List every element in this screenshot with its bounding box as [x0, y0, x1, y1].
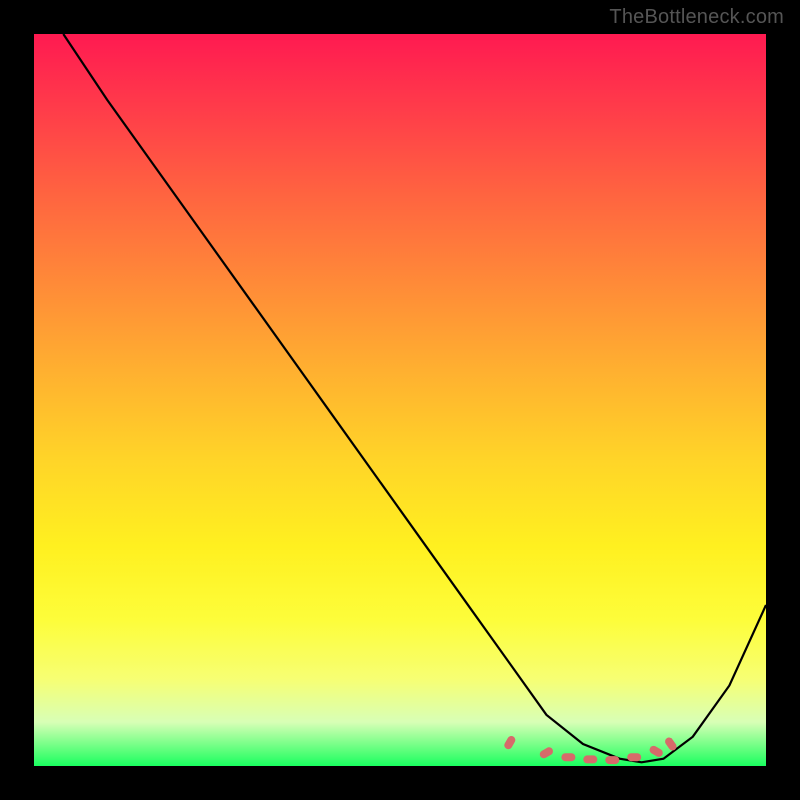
- highlight-marker: [605, 756, 619, 764]
- chart-svg: [34, 34, 766, 766]
- attribution-text: TheBottleneck.com: [609, 6, 784, 29]
- highlight-marker: [648, 744, 664, 758]
- highlight-marker: [561, 753, 575, 761]
- highlight-marker: [503, 735, 517, 751]
- highlight-marker: [627, 753, 641, 761]
- bottleneck-curve: [63, 34, 766, 762]
- highlight-marker: [538, 746, 554, 760]
- plot-area: [34, 34, 766, 766]
- highlight-marker: [583, 755, 597, 763]
